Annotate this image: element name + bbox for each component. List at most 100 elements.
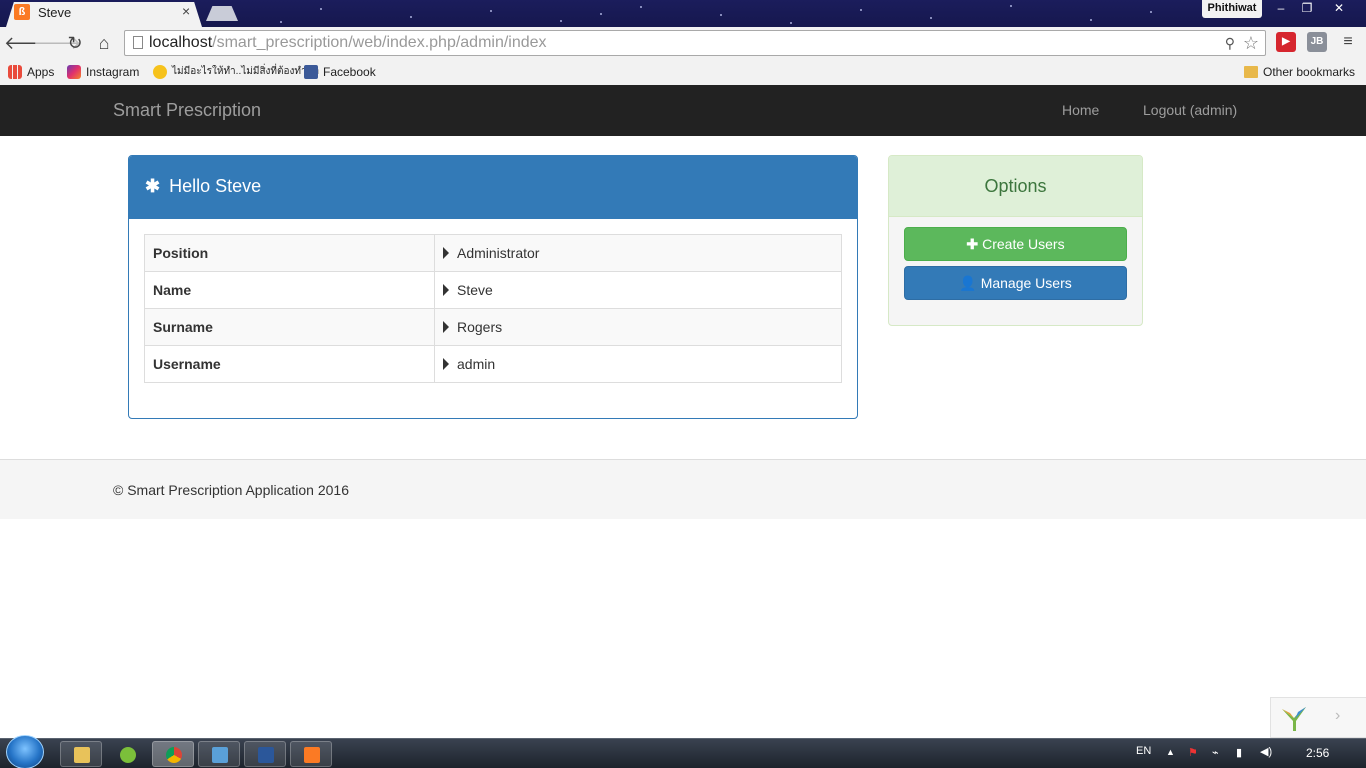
bookmark-label: Instagram [86,65,140,79]
word-icon [258,747,274,763]
restore-button[interactable]: ❐ [1294,0,1320,18]
action-center-flag-icon[interactable]: ⚑ [1188,746,1198,759]
asterisk-icon: ✱ [145,176,161,196]
caret-right-icon [443,358,449,370]
row-key: Surname [144,308,435,346]
profile-panel-title: Hello Steve [169,176,262,196]
bookmark-label: ไม่มีอะไรให้ทำ..ไม่มีสิ่งที่ต้องทำต่อ [172,66,320,77]
home-icon[interactable]: ⌂ [91,30,117,56]
pdf-extension-icon[interactable]: ▶ [1276,32,1296,52]
table-row: Username admin [144,345,842,383]
bookmarks-bar: Apps Instagram ไม่มีอะไรให้ทำ..ไม่มีสิ่ง… [0,59,1366,85]
tray-expand-icon[interactable]: ▲ [1166,747,1175,757]
user-icon: 👤 [959,275,977,291]
create-users-button[interactable]: ✚ Create Users [904,227,1127,261]
bookmark-facebook[interactable]: Facebook [304,63,376,81]
bookmark-label: Other bookmarks [1263,65,1356,79]
network-signal-icon[interactable]: ▮ [1236,746,1242,759]
close-window-button[interactable]: ✕ [1326,0,1352,18]
chrome-icon [166,747,182,763]
bookmark-apps[interactable]: Apps [8,63,54,81]
folder-icon [74,747,90,763]
bookmark-other[interactable]: Other bookmarks [1244,63,1355,81]
reload-icon[interactable]: ↻ [62,30,88,56]
browser-toolbar: 🡐 🡒 ↻ ⌂ localhost/smart_prescription/web… [0,27,1366,59]
plus-icon: ✚ [966,236,979,252]
minimize-button[interactable]: – [1268,0,1294,18]
xampp-icon [304,747,320,763]
volume-icon[interactable]: ◀) [1260,745,1272,758]
row-value-cell: Administrator [434,234,842,272]
taskbar-bluestacks[interactable] [106,741,148,767]
bookmark-instagram[interactable]: Instagram [67,63,139,81]
table-row: Surname Rogers [144,308,842,346]
nav-home-link[interactable]: Home [1062,102,1099,118]
table-row: Name Steve [144,271,842,309]
bookmark-label: Apps [27,65,55,79]
profile-panel: ✱ Hello Steve Position Administrator Nam… [128,155,858,419]
row-value-cell: Steve [434,271,842,309]
options-panel-title: Options [889,156,1142,217]
back-arrow-icon[interactable]: 🡐 [4,30,52,56]
menu-icon[interactable]: ≡ [1338,32,1358,52]
taskbar-xampp[interactable] [290,741,332,767]
windows-taskbar: EN ▲ ⚑ ⌁ ▮ ◀) 2:56 [0,735,1366,768]
tab-title: Steve [38,5,72,20]
profile-button[interactable]: Phithiwat [1202,0,1262,18]
chevron-right-icon[interactable]: › [1335,707,1340,725]
facebook-icon [304,65,318,79]
brand-link[interactable]: Smart Prescription [113,100,261,121]
profile-panel-heading: ✱ Hello Steve [129,156,857,219]
row-key: Position [144,234,435,272]
row-key: Username [144,345,435,383]
profile-info-table: Position Administrator Name Steve Surnam… [144,234,842,383]
instagram-icon [67,65,81,79]
create-users-label: Create Users [982,236,1065,252]
options-panel: Options ✚ Create Users 👤 Manage Users [888,155,1143,326]
row-value: Steve [457,282,493,298]
row-value: admin [457,356,496,372]
bluestacks-icon [120,747,136,763]
caret-right-icon [443,247,449,259]
row-value: Administrator [457,245,540,261]
row-value: Rogers [457,319,503,335]
browser-window-chrome: ß Steve × Phithiwat – ❐ ✕ 🡐 🡒 ↻ ⌂ localh… [0,0,1366,85]
forward-arrow-icon[interactable]: 🡒 [33,30,81,56]
tab-steve[interactable] [6,2,202,27]
page-icon [133,36,143,49]
caret-right-icon [443,284,449,296]
language-indicator[interactable]: EN [1136,745,1151,757]
xampp-favicon-icon: ß [14,4,30,20]
manage-users-button[interactable]: 👤 Manage Users [904,266,1127,300]
apps-grid-icon [8,65,22,79]
jb-extension-icon[interactable]: JB [1307,32,1327,52]
row-value-cell: admin [434,345,842,383]
tab-strip: ß Steve × Phithiwat – ❐ ✕ [0,0,1366,27]
taskbar-word[interactable] [244,741,286,767]
address-bar[interactable]: localhost/smart_prescription/web/index.p… [124,30,1266,56]
top-navbar: Smart Prescription Home Logout (admin) [0,85,1366,136]
page-footer: © Smart Prescription Application 2016 [0,459,1366,519]
row-key: Name [144,271,435,309]
taskbar-explorer[interactable] [60,741,102,767]
new-tab-button[interactable] [206,6,238,21]
clock[interactable]: 2:56 [1306,746,1329,760]
yii-debug-toolbar[interactable]: › [1270,697,1366,738]
bookmark-star-icon[interactable]: ☆ [1243,31,1259,55]
footer-copyright: © Smart Prescription Application 2016 [113,482,349,498]
row-value-cell: Rogers [434,308,842,346]
taskbar-chrome[interactable] [152,741,194,767]
start-button[interactable] [6,735,44,768]
caret-right-icon [443,321,449,333]
key-icon[interactable]: ⚲ [1225,31,1235,55]
smiley-icon [153,65,167,79]
taskbar-remote-desktop[interactable] [198,741,240,767]
nav-logout-link[interactable]: Logout (admin) [1143,102,1237,118]
bookmark-thai[interactable]: ไม่มีอะไรให้ทำ..ไม่มีสิ่งที่ต้องทำต่อ [153,63,319,81]
yii-logo-icon [1282,707,1306,731]
bookmark-label: Facebook [323,65,376,79]
power-plug-icon[interactable]: ⌁ [1212,746,1219,759]
tab-close-icon[interactable]: × [182,3,190,19]
folder-icon [1244,66,1258,78]
monitor-icon [212,747,228,763]
